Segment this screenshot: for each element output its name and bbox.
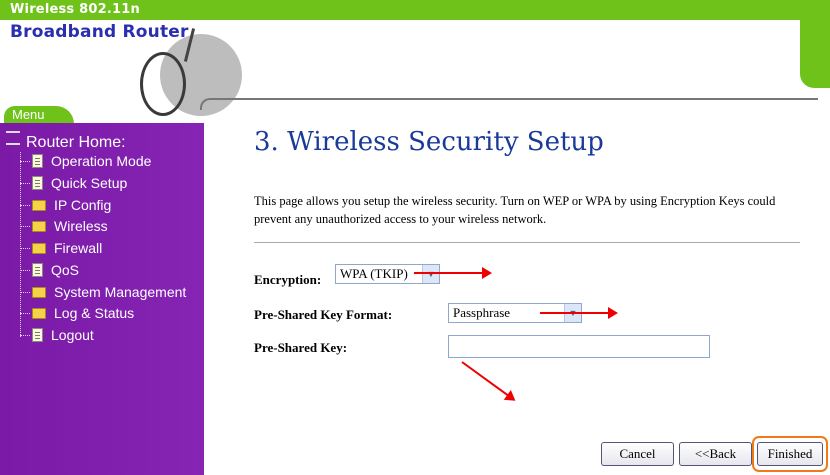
sidebar-item-label: IP Config [54, 197, 112, 213]
sidebar-item-logout[interactable]: Logout [20, 325, 94, 345]
page-description: This page allows you setup the wireless … [254, 194, 776, 226]
encryption-select[interactable]: WPA (TKIP) ▼ [335, 264, 440, 284]
page-icon [32, 176, 43, 190]
tree-connector [20, 269, 30, 271]
sidebar-item-label: Quick Setup [51, 175, 128, 191]
sidebar-item-system-management[interactable]: System Management [20, 282, 186, 302]
menu-tab: Menu [4, 106, 74, 124]
encryption-select-value: WPA (TKIP) [340, 266, 408, 281]
annotation-arrow [540, 307, 618, 319]
key-label: Pre-Shared Key: [254, 340, 348, 355]
pre-shared-key-input[interactable] [448, 335, 710, 358]
tree-connector [20, 312, 30, 314]
page-icon [32, 154, 43, 168]
back-button[interactable]: <<Back [679, 442, 752, 466]
sidebar-item-wireless[interactable]: Wireless [20, 216, 108, 236]
key-format-select-value: Passphrase [453, 305, 511, 320]
router-home-icon [6, 131, 20, 145]
sidebar-item-label: System Management [54, 284, 187, 300]
content-frame [200, 98, 818, 110]
sidebar-item-label: Wireless [54, 218, 108, 234]
sidebar-item-log-status[interactable]: Log & Status [20, 303, 134, 323]
folder-icon [32, 220, 46, 232]
page-title: 3. Wireless Security Setup [254, 127, 604, 157]
folder-icon [32, 307, 46, 319]
divider [254, 242, 800, 243]
folder-icon [32, 199, 46, 211]
sidebar-item-qos[interactable]: QoS [20, 260, 79, 280]
sidebar-item-label: QoS [51, 262, 80, 278]
tree-connector [20, 204, 30, 206]
key-format-label: Pre-Shared Key Format: [254, 307, 393, 322]
header-right-tab [800, 20, 830, 88]
page-icon [32, 328, 43, 342]
annotation-arrow [461, 361, 510, 397]
sidebar-item-ip-config[interactable]: IP Config [20, 195, 111, 215]
annotation-arrow [414, 267, 492, 279]
brand-title: Broadband Router [10, 22, 189, 42]
chevron-down-icon: ▼ [422, 265, 439, 283]
sidebar-item-label: Logout [51, 327, 94, 343]
tree-connector [20, 160, 30, 162]
encryption-label: Encryption: [254, 272, 322, 287]
folder-icon [32, 286, 46, 298]
brand-subtitle: Wireless 802.11n [10, 2, 140, 17]
tree-connector [20, 334, 30, 336]
sidebar-item-quick-setup[interactable]: Quick Setup [20, 173, 127, 193]
tree-connector [20, 182, 30, 184]
sidebar-item-label: Operation Mode [51, 153, 152, 169]
menu-tab-label: Menu [12, 107, 45, 122]
finished-button[interactable]: Finished [757, 442, 823, 466]
sidebar-item-firewall[interactable]: Firewall [20, 238, 102, 258]
tree-connector [20, 247, 30, 249]
page-icon [32, 263, 43, 277]
sidebar-root-label: Router Home: [26, 134, 126, 151]
logo-ring [140, 52, 186, 116]
sidebar-item-label: Log & Status [54, 305, 135, 321]
sidebar-root[interactable]: Router Home: [6, 131, 126, 152]
sidebar-item-operation-mode[interactable]: Operation Mode [20, 151, 151, 171]
cancel-button[interactable]: Cancel [601, 442, 674, 466]
tree-connector [20, 225, 30, 227]
sidebar-item-label: Firewall [54, 240, 103, 256]
tree-connector [20, 291, 30, 293]
folder-icon [32, 242, 46, 254]
